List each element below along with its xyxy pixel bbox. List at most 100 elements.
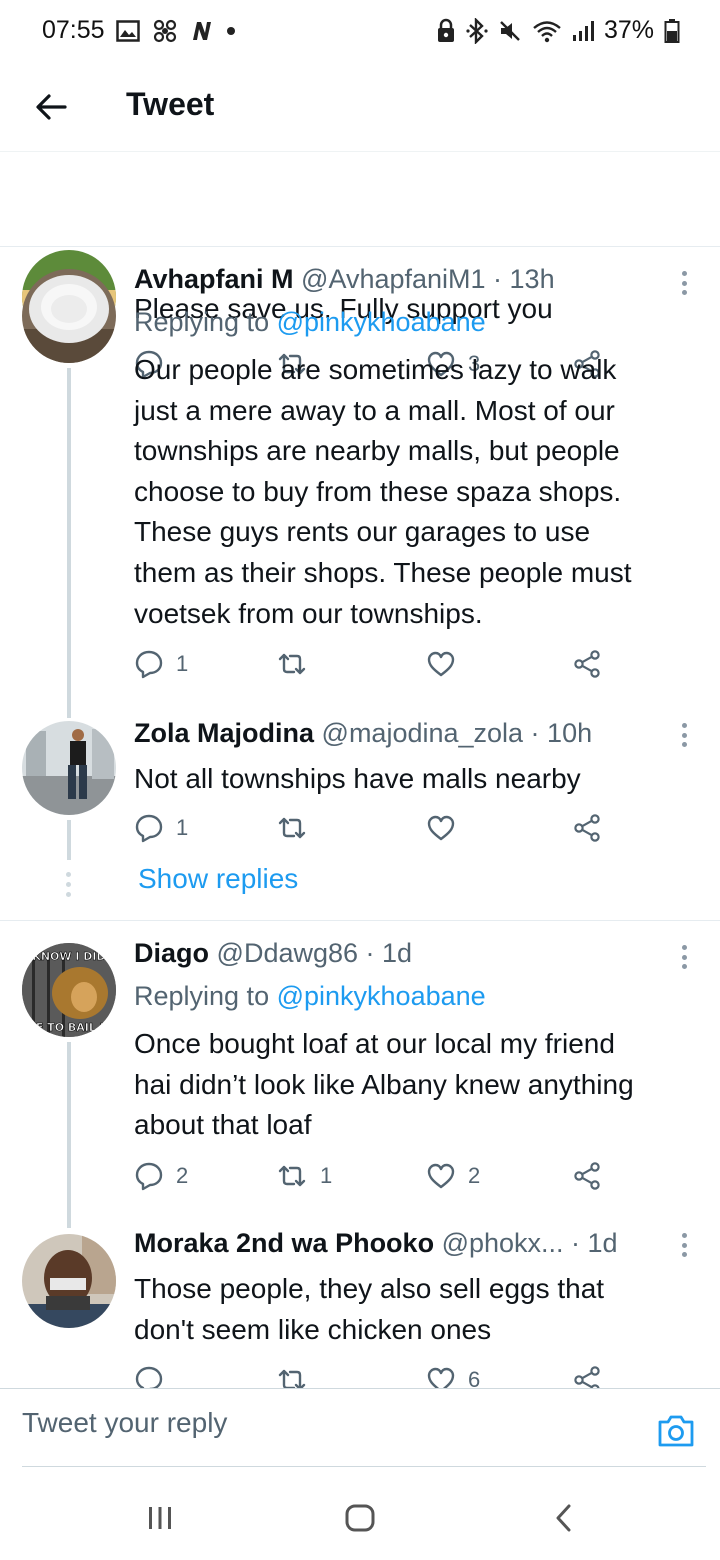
share-button[interactable] — [572, 644, 602, 684]
reply-icon — [135, 814, 163, 843]
reply-icon — [135, 1162, 163, 1191]
camera-button[interactable] — [656, 1413, 696, 1453]
replying-to: Replying to @pinkykhoabane — [134, 981, 486, 1012]
avatar[interactable] — [22, 269, 116, 363]
tweet-text-line: choose to buy from these spaza shops. — [134, 475, 622, 507]
replying-to-label: Replying to — [134, 307, 277, 337]
tweet-thread[interactable]: Please save us. Fully support you 3 Avha… — [0, 152, 720, 1388]
display-name[interactable]: Avhapfani M — [134, 264, 294, 294]
home-button[interactable] — [330, 1498, 390, 1538]
tweet-text-line: voetsek from our townships. — [134, 597, 483, 629]
more-options-button[interactable] — [674, 942, 694, 972]
system-nav-bar — [0, 1468, 720, 1560]
status-bar: 07:55 37% — [0, 0, 720, 62]
tweet-actions: 1 — [134, 808, 614, 848]
share-button[interactable] — [572, 1360, 602, 1388]
tweet-text-line: Our people are sometimes lazy to walk — [134, 354, 617, 385]
display-name[interactable]: Diago — [134, 938, 209, 968]
tweet-text-line: Those people, they also sell eggs that — [134, 1273, 605, 1304]
tweet-actions: 2 1 2 — [134, 1156, 614, 1196]
retweet-button[interactable]: 1 — [276, 1156, 332, 1196]
n-app-icon — [190, 20, 214, 42]
tweet-text: Not all townships have malls nearby — [134, 759, 700, 800]
chevron-left-icon — [556, 1504, 571, 1532]
handle-time: @phokx... · 1d — [441, 1228, 618, 1258]
tweet-actions: 6 — [134, 1360, 614, 1388]
reply-count: 2 — [176, 1163, 189, 1188]
reply-button[interactable]: 1 — [134, 644, 188, 684]
avatar-meme-text-top: KNOW I DID — [32, 950, 105, 963]
recents-button[interactable] — [130, 1498, 190, 1538]
battery-percent: 37% — [603, 16, 654, 44]
tweet-header: Avhapfani M @AvhapfaniM1 · 13h — [134, 264, 555, 295]
app-header: Tweet — [0, 62, 720, 152]
handle-time: @Ddawg86 · 1d — [216, 938, 413, 968]
avatar[interactable]: KNOW I DID VE TO BAIL M — [22, 943, 116, 1037]
reply-button[interactable] — [134, 1360, 176, 1388]
tweet-text-line: Once bought loaf at our local my friend — [134, 1028, 615, 1059]
retweet-icon — [278, 653, 306, 675]
mute-icon — [498, 19, 522, 43]
back-arrow-button[interactable] — [28, 84, 74, 130]
retweet-icon — [278, 1165, 306, 1187]
reply-button[interactable]: 2 — [134, 1156, 188, 1196]
reply-button[interactable]: 1 — [134, 808, 188, 848]
battery-icon — [664, 18, 680, 44]
display-name[interactable]: Zola Majodina — [134, 718, 314, 748]
like-button[interactable] — [426, 644, 468, 684]
share-icon — [574, 814, 600, 842]
tweet-item[interactable]: Avhapfani M @AvhapfaniM1 · 13h Replying … — [0, 248, 720, 698]
replying-to-label: Replying to — [134, 981, 277, 1011]
heart-icon — [427, 651, 455, 677]
system-back-button[interactable] — [534, 1498, 594, 1538]
retweet-button[interactable] — [276, 808, 320, 848]
mention-link[interactable]: @pinkykhoabane — [277, 981, 486, 1011]
avatar[interactable] — [22, 1234, 116, 1328]
lock-icon — [436, 18, 456, 44]
tweet-text-line: about that loaf — [134, 1109, 312, 1141]
mention-link[interactable]: @pinkykhoabane — [277, 307, 486, 337]
tweet-item[interactable]: Zola Majodina @majodina_zola · 10h Not a… — [0, 704, 720, 864]
reply-count: 1 — [176, 815, 189, 840]
tweet-actions: 1 — [134, 644, 614, 684]
reply-count: 1 — [176, 651, 189, 676]
display-name[interactable]: Moraka 2nd wa Phooko — [134, 1228, 434, 1258]
bluetooth-icon — [466, 17, 488, 44]
reply-composer — [0, 1388, 720, 1468]
more-options-button[interactable] — [674, 720, 694, 750]
home-icon — [345, 1504, 375, 1532]
tweet-text-line: These guys rents our garages to use — [134, 516, 591, 548]
tweet-text-line: hai didn’t look like Albany knew anythin… — [134, 1068, 634, 1100]
tweet-text-line: townships are nearby malls, but people — [134, 435, 620, 467]
separator — [0, 246, 720, 247]
tweet-header: Moraka 2nd wa Phooko @phokx... · 1d — [134, 1228, 618, 1259]
share-button[interactable] — [572, 1156, 602, 1196]
recents-icon — [149, 1507, 171, 1529]
avatar-meme-text-bottom: VE TO BAIL M — [27, 1021, 110, 1034]
thread-dots — [66, 872, 72, 897]
more-options-button[interactable] — [674, 1230, 694, 1260]
gallery-icon — [116, 20, 140, 42]
tweet-text: Once bought loaf at our local my friend … — [134, 1024, 700, 1146]
retweet-button[interactable] — [276, 644, 320, 684]
tweet-text-line: them as their shops. These people must — [134, 556, 632, 588]
reply-icon — [135, 1366, 163, 1388]
avatar[interactable] — [22, 721, 116, 815]
tweet-item[interactable]: Moraka 2nd wa Phooko @phokx... · 1d Thos… — [0, 1214, 720, 1388]
retweet-button[interactable] — [276, 1360, 320, 1388]
share-icon — [574, 650, 600, 678]
tweet-item[interactable]: KNOW I DID VE TO BAIL M Diago @Ddawg86 · … — [0, 922, 720, 1212]
tweet-reply-input[interactable] — [22, 1407, 622, 1439]
tweet-header: Diago @Ddawg86 · 1d — [134, 938, 412, 969]
like-button[interactable]: 6 — [426, 1360, 480, 1388]
more-options-button[interactable] — [674, 268, 694, 298]
share-button[interactable] — [572, 808, 602, 848]
camera-icon — [658, 1415, 694, 1447]
like-count: 2 — [468, 1163, 481, 1188]
heart-icon — [427, 1163, 455, 1189]
signal-icon — [572, 19, 594, 43]
like-button[interactable] — [426, 808, 468, 848]
show-replies-link[interactable]: Show replies — [138, 863, 298, 895]
page-title: Tweet — [126, 86, 215, 122]
like-button[interactable]: 2 — [426, 1156, 480, 1196]
